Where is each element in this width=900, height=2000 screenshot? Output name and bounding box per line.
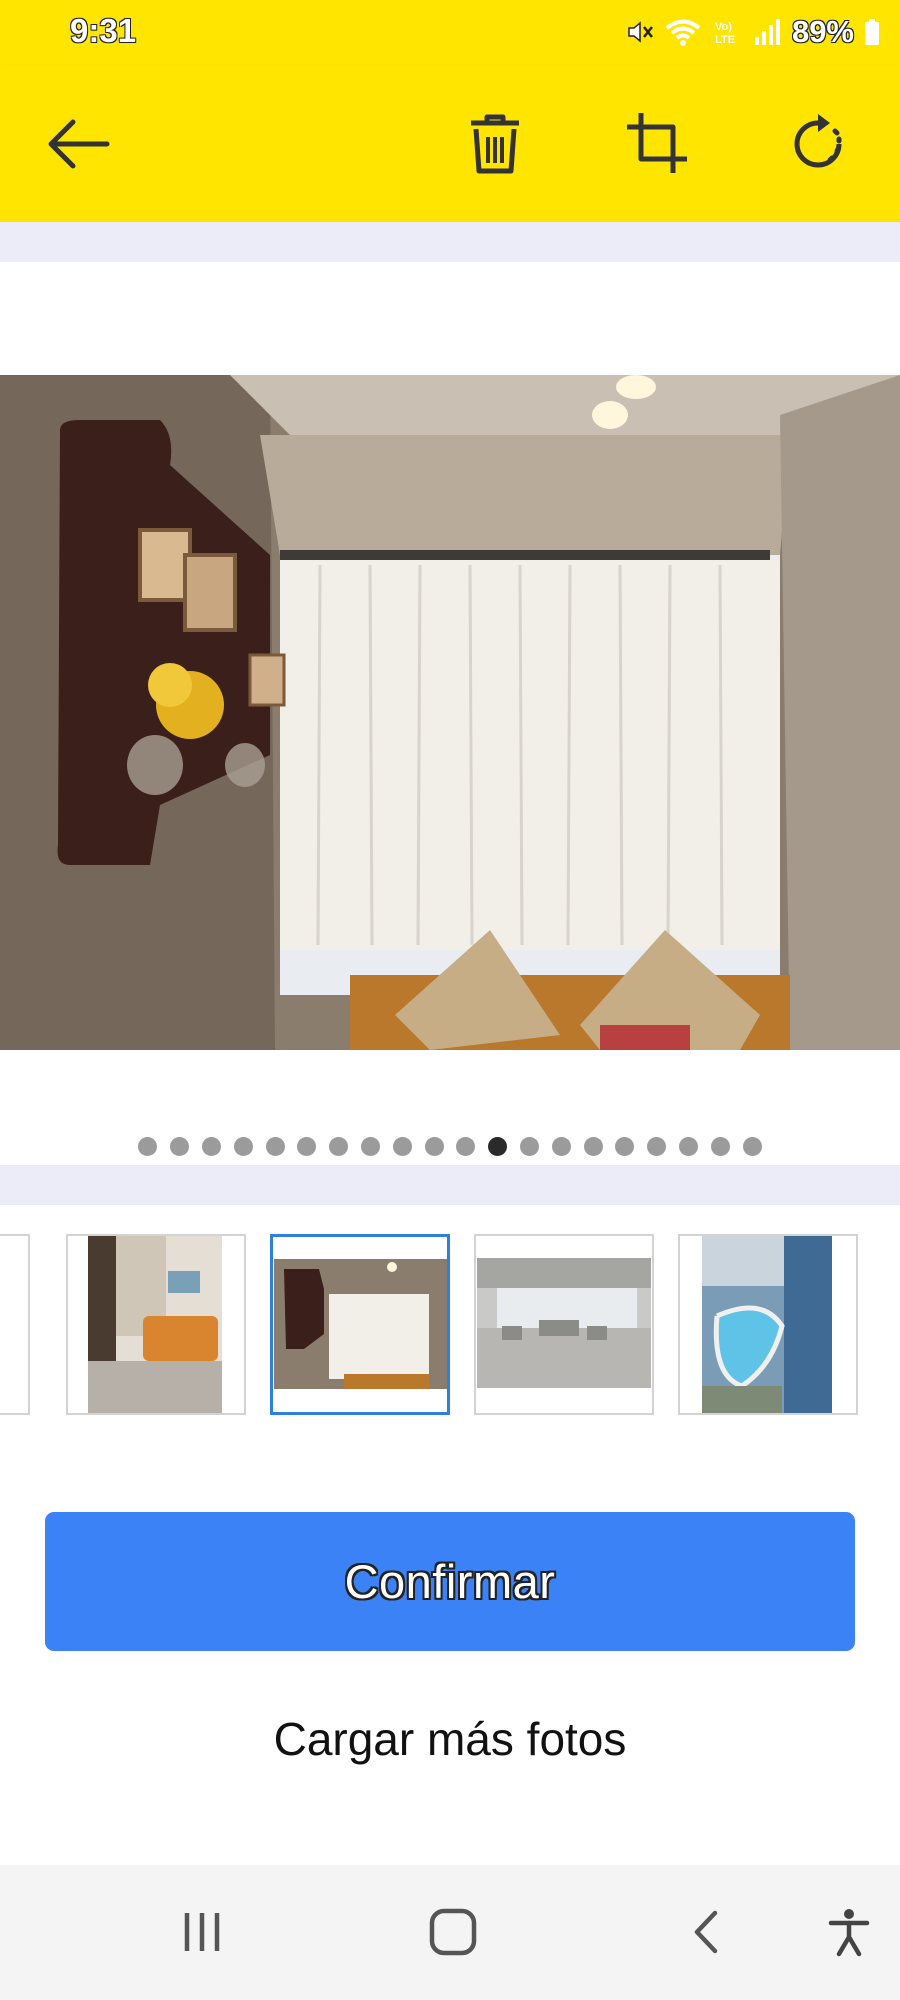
pagination-dot[interactable]: [615, 1137, 635, 1156]
thumbnail-partial[interactable]: [0, 1234, 30, 1415]
recents-button[interactable]: [157, 1887, 247, 1977]
load-more-photos-link[interactable]: Cargar más fotos: [0, 1712, 900, 1766]
system-navigation-bar: [0, 1865, 900, 2000]
photo-pagination: [0, 1137, 900, 1161]
top-divider-band: [0, 222, 900, 262]
thumbnail-item[interactable]: [474, 1234, 654, 1415]
pagination-dot[interactable]: [170, 1137, 190, 1156]
main-photo[interactable]: [0, 375, 900, 1050]
pagination-dot[interactable]: [424, 1137, 444, 1156]
trash-icon: [471, 114, 519, 174]
pagination-dot[interactable]: [710, 1137, 730, 1156]
pagination-dot[interactable]: [519, 1137, 539, 1156]
pagination-dot[interactable]: [583, 1137, 603, 1156]
wifi-icon: [664, 17, 702, 47]
editor-toolbar: [0, 66, 900, 222]
thumbnail-item-selected[interactable]: [270, 1234, 450, 1415]
pagination-dot[interactable]: [678, 1137, 698, 1156]
pagination-dot[interactable]: [647, 1137, 667, 1156]
pagination-dot[interactable]: [361, 1137, 380, 1156]
delete-button[interactable]: [455, 104, 535, 184]
accessibility-icon: [828, 1909, 870, 1957]
back-button[interactable]: [38, 104, 118, 184]
photo-editor-screen: 9:31 Vo) LTE 89% Confirmar Cargar más fo…: [0, 0, 900, 2000]
pagination-dot[interactable]: [265, 1137, 285, 1156]
back-arrow-icon: [48, 119, 110, 169]
back-nav-button[interactable]: [660, 1887, 750, 1977]
home-button[interactable]: [408, 1887, 498, 1977]
back-icon: [694, 1910, 718, 1954]
confirm-button[interactable]: Confirmar: [45, 1512, 855, 1651]
pagination-dot[interactable]: [392, 1137, 412, 1156]
rotate-icon: [794, 114, 842, 168]
pagination-dot[interactable]: [456, 1137, 476, 1156]
crop-icon: [627, 113, 687, 173]
rotate-button[interactable]: [778, 104, 858, 184]
svg-text:Vo): Vo): [715, 21, 732, 33]
svg-text:LTE: LTE: [715, 34, 735, 46]
pagination-dot[interactable]: [742, 1137, 762, 1156]
recents-icon: [184, 1913, 220, 1951]
pagination-dot[interactable]: [138, 1137, 158, 1156]
thumbnail-item[interactable]: [678, 1234, 858, 1415]
pagination-dot-active[interactable]: [488, 1137, 508, 1156]
battery-percent: 89%: [791, 14, 854, 49]
thumb-divider-band: [0, 1165, 900, 1205]
volte-icon: Vo) LTE: [712, 17, 742, 47]
accessibility-button[interactable]: [804, 1887, 894, 1977]
status-icons: Vo) LTE 89%: [624, 12, 880, 52]
mute-icon: [624, 17, 654, 47]
thumbnail-strip[interactable]: [0, 1234, 900, 1416]
pagination-dot[interactable]: [233, 1137, 253, 1156]
thumbnail-item[interactable]: [66, 1234, 246, 1415]
pagination-dot[interactable]: [202, 1137, 222, 1156]
status-time: 9:31: [70, 12, 137, 49]
status-bar: 9:31 Vo) LTE 89%: [0, 0, 900, 66]
pagination-dot[interactable]: [297, 1137, 317, 1156]
signal-icon: [752, 17, 782, 47]
battery-icon: [864, 18, 880, 46]
confirm-button-label: Confirmar: [344, 1555, 556, 1608]
home-icon: [429, 1908, 477, 1956]
pagination-dot[interactable]: [551, 1137, 571, 1156]
crop-button[interactable]: [618, 104, 698, 184]
pagination-dot[interactable]: [329, 1137, 349, 1156]
